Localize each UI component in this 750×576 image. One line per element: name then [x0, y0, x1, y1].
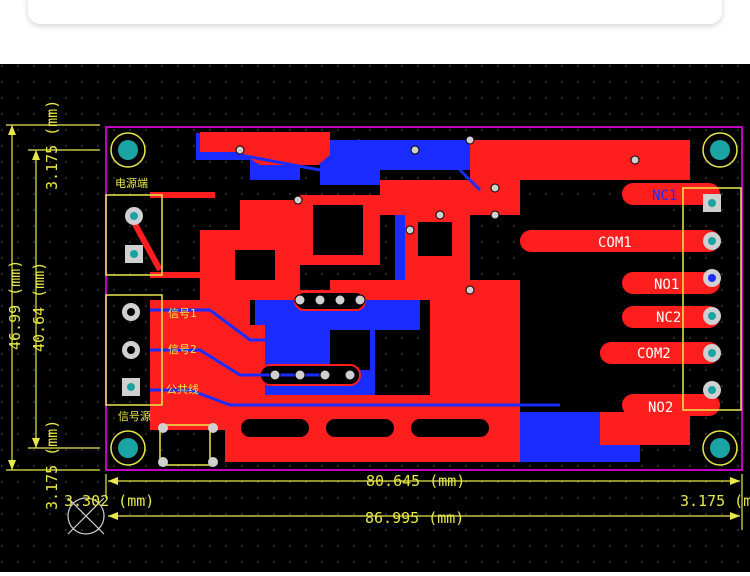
label-nc1: NC1: [652, 188, 677, 204]
pcb-layout-view: NC1 COM1 NO1 NC2 COM2 NO2 电源端 信号1 信号2 公共…: [0, 64, 750, 572]
silk-signal2: 信号2: [168, 343, 197, 356]
silk-common: 公共线: [166, 382, 199, 396]
dim-offset-right: 3.175 (mm): [680, 492, 750, 510]
card-bottom-edge: [28, 0, 722, 24]
silk-signal-src: 信号源: [118, 409, 151, 423]
dim-height-inner: 40.64 (mm): [30, 262, 48, 352]
label-nc2: NC2: [656, 310, 681, 326]
dim-width-total: 86.995 (mm): [365, 509, 464, 527]
dim-height-total: 46.99 (mm): [6, 260, 24, 350]
pcb-canvas: NC1 COM1 NO1 NC2 COM2 NO2 电源端 信号1 信号2 公共…: [0, 64, 750, 572]
dim-margin-bottom: 3.175 (mm): [43, 420, 61, 510]
label-com1: COM1: [598, 235, 632, 251]
label-com2: COM2: [637, 346, 671, 362]
dim-width-inner: 80.645 (mm): [366, 472, 465, 490]
dim-offset-left: 3.302 (mm): [64, 492, 154, 510]
dim-margin-top: 3.175 (mm): [43, 100, 61, 190]
label-no1: NO1: [654, 277, 679, 293]
label-no2: NO2: [648, 400, 673, 416]
silk-power: 电源端: [115, 176, 148, 190]
silk-signal1: 信号1: [168, 307, 197, 320]
top-band: [0, 0, 750, 64]
